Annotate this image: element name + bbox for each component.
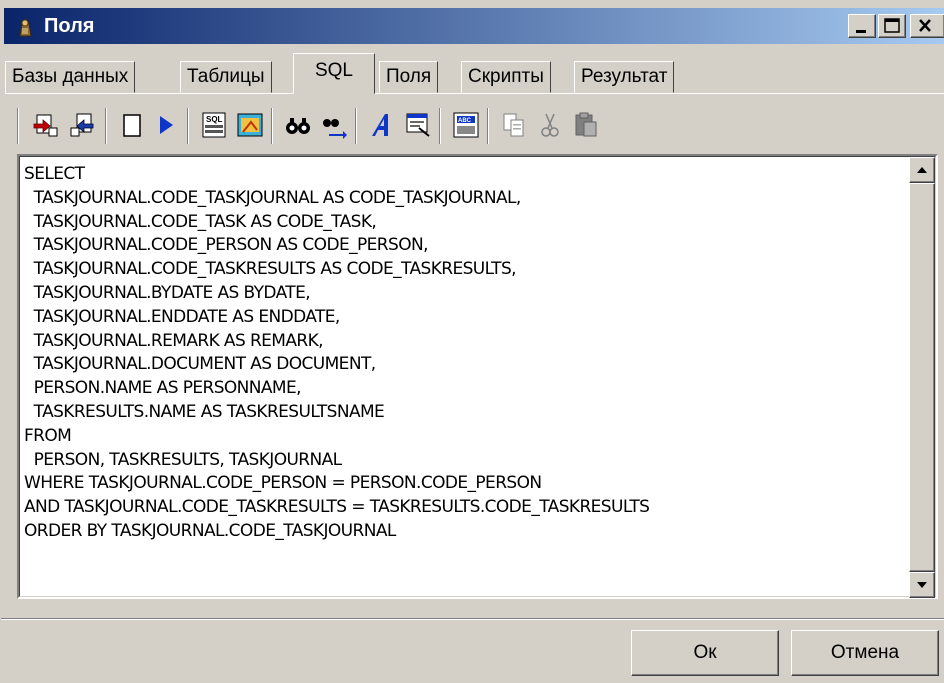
tab-result[interactable]: Результат (574, 61, 675, 93)
toolbar-separator (271, 108, 273, 144)
tab-sql[interactable]: SQL (293, 53, 375, 94)
toolbar-separator (105, 108, 107, 144)
window-title: Поля (44, 15, 95, 37)
font-icon[interactable] (367, 110, 397, 140)
close-button[interactable] (910, 14, 944, 38)
toolbar-separator (439, 108, 441, 144)
open-db-icon[interactable] (31, 110, 61, 140)
vertical-scrollbar[interactable] (909, 157, 935, 598)
find-next-icon[interactable] (319, 110, 349, 140)
close-icon (919, 19, 931, 32)
copy-icon[interactable] (499, 110, 529, 140)
app-icon (19, 18, 32, 37)
sql-editor[interactable]: SELECT TASKJOURNAL.CODE_TASKJOURNAL AS C… (17, 154, 938, 599)
minimize-icon (856, 30, 866, 33)
title-bar[interactable]: Поля (4, 8, 944, 44)
scroll-up-button[interactable] (909, 157, 935, 183)
tab-scripts[interactable]: Скрипты (461, 61, 551, 93)
tab-tables[interactable]: Таблицы (180, 61, 272, 93)
query-designer-icon[interactable] (235, 110, 265, 140)
tab-databases[interactable]: Базы данных (5, 61, 136, 93)
toolbar-separator (355, 108, 357, 144)
scroll-down-icon (917, 582, 927, 588)
minimize-button[interactable] (848, 14, 876, 38)
toolbar-separator (17, 108, 19, 144)
dialog-window: Поля Базы данных Таблицы SQL Поля Скрипт… (0, 0, 944, 683)
maximize-button[interactable] (878, 14, 906, 38)
save-db-icon[interactable] (67, 110, 97, 140)
maximize-icon (884, 18, 900, 33)
sql-builder-icon[interactable]: SQL (199, 110, 229, 140)
toolbar: SQL ABC (5, 102, 941, 152)
cut-icon[interactable] (535, 110, 565, 140)
paste-icon[interactable] (571, 110, 601, 140)
svg-text:SQL: SQL (206, 115, 223, 124)
new-query-icon[interactable] (117, 110, 147, 140)
scroll-up-icon (917, 167, 927, 173)
tab-fields[interactable]: Поля (379, 61, 439, 93)
sql-editor-frame: SELECT TASKJOURNAL.CODE_TASKJOURNAL AS C… (19, 156, 936, 598)
toolbar-separator (187, 108, 189, 144)
run-icon[interactable] (151, 110, 181, 140)
toolbar-separator (487, 108, 489, 144)
ok-button[interactable]: Ок (631, 630, 779, 676)
scroll-thumb[interactable] (909, 183, 935, 572)
svg-text:ABC: ABC (458, 118, 472, 124)
cancel-button[interactable]: Отмена (791, 630, 939, 676)
scroll-down-button[interactable] (909, 572, 935, 598)
properties-icon[interactable] (403, 110, 433, 140)
footer-divider (1, 618, 944, 620)
tab-strip: Базы данных Таблицы SQL Поля Скрипты Рез… (1, 51, 944, 94)
find-icon[interactable] (283, 110, 313, 140)
sql-text[interactable]: SELECT TASKJOURNAL.CODE_TASKJOURNAL AS C… (24, 163, 904, 593)
format-sql-icon[interactable]: ABC (451, 110, 481, 140)
tab-panel-border (5, 93, 944, 94)
